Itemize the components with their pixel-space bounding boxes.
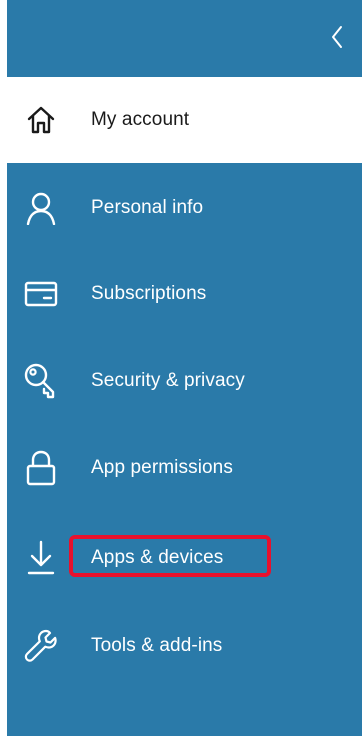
sidebar-item-label: Subscriptions: [91, 283, 207, 304]
sidebar-item-my-account[interactable]: My account: [7, 77, 362, 163]
card-icon: [21, 274, 61, 314]
sidebar-item-label: My account: [91, 109, 190, 130]
sidebar-item-app-permissions[interactable]: App permissions: [7, 425, 362, 511]
sidebar-item-tools-addins[interactable]: Tools & add-ins: [7, 603, 362, 689]
wrench-icon: [21, 626, 61, 666]
sidebar-item-apps-devices[interactable]: Apps & devices: [7, 515, 362, 601]
collapse-sidebar-button[interactable]: [322, 18, 352, 56]
sidebar-item-label: Tools & add-ins: [91, 635, 223, 656]
sidebar-item-label: Personal info: [91, 197, 204, 218]
sidebar-item-label: App permissions: [91, 457, 233, 478]
chevron-left-icon: [330, 24, 344, 50]
sidebar-item-subscriptions[interactable]: Subscriptions: [7, 251, 362, 337]
key-icon: [21, 361, 61, 401]
person-icon: [21, 188, 61, 228]
sidebar-item-label: Security & privacy: [91, 370, 245, 391]
home-icon: [21, 100, 61, 140]
lock-icon: [21, 448, 61, 488]
account-sidebar: My account Personal info Subscriptions S…: [7, 0, 362, 736]
sidebar-header: [7, 0, 362, 73]
sidebar-item-personal-info[interactable]: Personal info: [7, 165, 362, 251]
sidebar-item-security-privacy[interactable]: Security & privacy: [7, 338, 362, 424]
sidebar-item-label: Apps & devices: [91, 547, 224, 568]
download-icon: [21, 538, 61, 578]
